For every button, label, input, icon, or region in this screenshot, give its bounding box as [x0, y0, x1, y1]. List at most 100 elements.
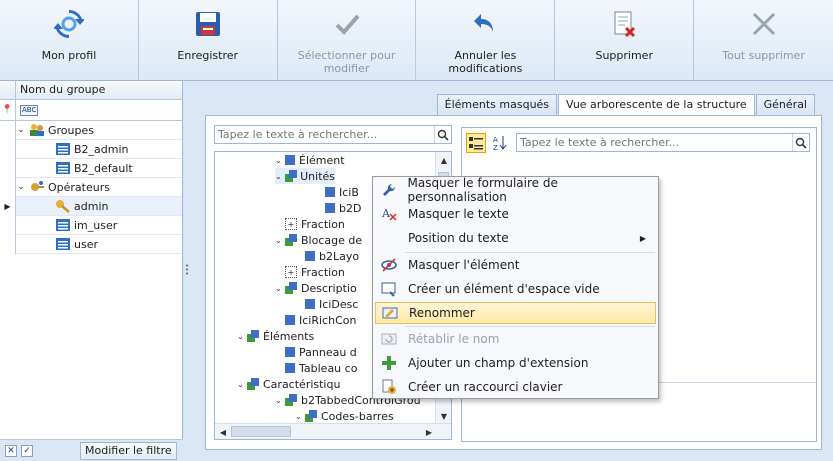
structure-node-label: Descriptio [301, 281, 357, 295]
structure-node[interactable]: b2Layo [305, 248, 359, 264]
structure-node[interactable]: ⌄ Unités [275, 168, 335, 184]
group-name-column-header[interactable]: Nom du groupe [16, 81, 105, 99]
undo-icon [469, 8, 501, 40]
expand-arrow-icon[interactable]: ⌄ [16, 182, 26, 192]
tree-row-groups[interactable]: ⌄ Groupes [0, 121, 182, 140]
structure-node[interactable]: Tableau co [285, 360, 357, 376]
structure-node[interactable]: b2D [325, 200, 361, 216]
group-item-icon [55, 161, 71, 175]
tree-row-im-user[interactable]: im_user [0, 216, 182, 235]
scroll-left-icon[interactable]: ◀ [215, 424, 231, 439]
menu-item-hide-customization-form[interactable]: Masquer le formulaire de personnalisatio… [375, 176, 656, 204]
structure-node[interactable]: Panneau d [285, 344, 357, 360]
menu-item-rename[interactable]: Renommer [375, 302, 656, 324]
tab-strip: Éléments masqués Vue arborescente de la … [436, 94, 815, 116]
expand-arrow-icon[interactable]: ⌄ [275, 172, 285, 181]
structure-node-label: b2Layo [319, 249, 360, 263]
structure-node[interactable]: IciRichCon [285, 312, 356, 328]
undo-changes-label: Annuler les modifications [448, 49, 523, 75]
expand-arrow-icon[interactable]: ⌄ [295, 412, 305, 421]
save-button[interactable]: Enregistrer [139, 0, 278, 80]
checkmark-icon [331, 8, 363, 40]
menu-item-reset-name[interactable]: Rétablir le nom [375, 328, 656, 350]
categorized-view-button[interactable] [466, 133, 486, 153]
undo-changes-button[interactable]: Annuler les modifications [416, 0, 556, 80]
scroll-down-icon[interactable]: ▼ [436, 408, 451, 424]
delete-all-button[interactable]: Tout supprimer [694, 0, 833, 80]
search-icon[interactable] [434, 126, 451, 143]
tab-structure-tree-view[interactable]: Vue arborescente de la structure [558, 94, 755, 116]
expand-arrow-icon[interactable]: ⌄ [16, 125, 26, 135]
save-label: Enregistrer [177, 49, 239, 62]
control-node-icon [325, 203, 335, 213]
structure-node[interactable]: ⌄ Codes-barres [295, 408, 394, 424]
group-item-icon [55, 237, 71, 251]
menu-item-hide-text[interactable]: A Masquer le texte [375, 203, 656, 225]
structure-node[interactable]: ⌄ Élément [275, 152, 345, 168]
context-menu: Masquer le formulaire de personnalisatio… [372, 176, 659, 399]
structure-search-input[interactable] [215, 128, 434, 141]
tree-label-groups: Groupes [48, 123, 94, 137]
menu-item-create-empty-space[interactable]: Créer un élément d'espace vide [375, 278, 656, 300]
my-profile-label: Mon profil [41, 49, 97, 62]
menu-item-create-keyboard-shortcut[interactable]: Créer un raccourci clavier [375, 376, 656, 398]
menu-item-text-position[interactable]: Position du texte ▶ [375, 227, 656, 249]
filter-pin-icon: 📍 [0, 99, 16, 121]
structure-node-label: Unités [300, 169, 335, 183]
group-node-icon [305, 410, 317, 422]
structure-node[interactable]: + Fraction [285, 216, 345, 232]
tab-hidden-items[interactable]: Éléments masqués [436, 94, 558, 115]
tab-general[interactable]: Général [755, 94, 815, 115]
structure-node-label: Tableau co [299, 361, 358, 375]
delete-button[interactable]: Supprimer [555, 0, 695, 80]
expand-arrow-icon[interactable]: ⌄ [237, 332, 247, 341]
tree-row-user[interactable]: user [0, 235, 182, 254]
alphabetical-view-button[interactable]: AZ [490, 133, 510, 153]
tree-row-b2-admin[interactable]: B2_admin [0, 140, 182, 159]
delete-all-icon [748, 8, 780, 40]
structure-node[interactable]: ⌄ Caractéristiqu [237, 376, 340, 392]
property-search-input[interactable] [517, 136, 792, 149]
expand-arrow-icon[interactable]: ⌄ [275, 396, 285, 405]
structure-node[interactable]: ⌄ Blocage de [275, 232, 362, 248]
structure-node[interactable]: + Fraction [285, 264, 345, 280]
my-profile-button[interactable]: Mon profil [0, 0, 139, 80]
clear-filter-icon[interactable]: ✕ [5, 444, 17, 457]
tree-label-im-user: im_user [74, 218, 118, 232]
group-list-panel: Nom du groupe 📍 ABC ⌄ Groupes B2_admin B… [0, 81, 183, 461]
empty-space-icon [377, 278, 401, 300]
submenu-arrow-icon: ▶ [639, 233, 646, 243]
auto-filter-row[interactable]: 📍 ABC [0, 99, 182, 121]
expand-arrow-icon[interactable]: ⌄ [237, 380, 247, 389]
expand-arrow-icon[interactable]: ⌄ [275, 284, 285, 293]
scroll-right-icon[interactable]: ▶ [421, 424, 437, 439]
enable-filter-checkbox[interactable]: ✓ [21, 444, 33, 457]
menu-item-hide-element[interactable]: Masquer l'élément [375, 254, 656, 276]
tree-row-admin[interactable]: ▶ admin [0, 197, 182, 216]
tree-row-operators[interactable]: ⌄ Opérateurs [0, 178, 182, 197]
select-to-edit-button[interactable]: Sélectionner pour modifier [278, 0, 417, 80]
structure-node[interactable]: IciDesc [305, 296, 358, 312]
expand-arrow-icon[interactable]: ⌄ [275, 156, 285, 165]
structure-node[interactable]: ⌄ Éléments [237, 328, 314, 344]
select-to-edit-label: Sélectionner pour modifier [297, 49, 396, 75]
menu-item-add-extension-field[interactable]: Ajouter un champ d'extension [375, 352, 656, 374]
hscroll-thumb[interactable] [231, 426, 291, 437]
refresh-icon [53, 8, 85, 40]
group-node-icon [285, 394, 297, 406]
rename-icon [378, 302, 402, 324]
scroll-up-icon[interactable]: ▲ [436, 152, 451, 168]
structure-node[interactable]: IciB [325, 184, 359, 200]
group-node-icon [285, 282, 297, 294]
fraction-icon: + [285, 266, 297, 278]
edit-filter-button[interactable]: Modifier le filtre [80, 441, 177, 460]
structure-tree-hscrollbar[interactable]: ◀ ▶ [215, 423, 451, 439]
delete-label: Supprimer [595, 49, 653, 62]
expand-arrow-icon[interactable]: ⌄ [275, 236, 285, 245]
structure-node-label: Fraction [301, 265, 345, 279]
groups-icon [29, 123, 45, 137]
tree-row-b2-default[interactable]: B2_default [0, 159, 182, 178]
tree-label-b2-admin: B2_admin [74, 142, 129, 156]
structure-node[interactable]: ⌄ Descriptio [275, 280, 357, 296]
search-icon[interactable] [792, 134, 809, 151]
